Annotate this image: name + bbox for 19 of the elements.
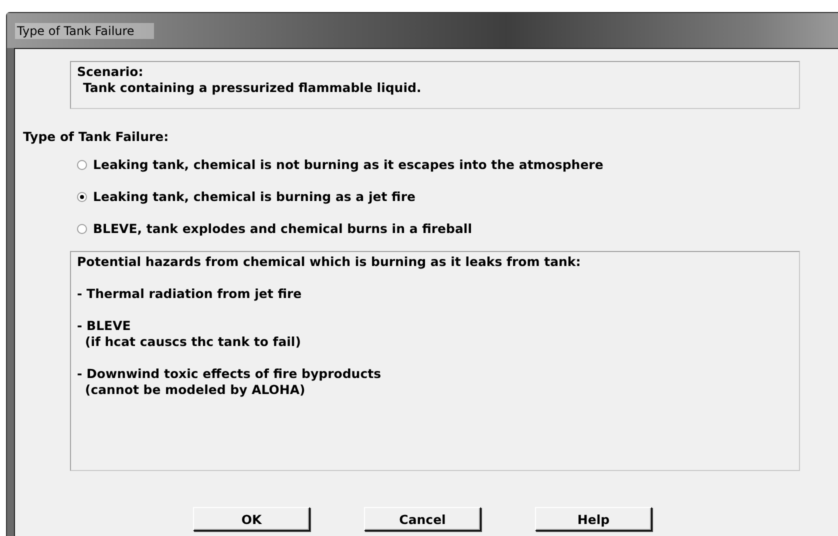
hazard-item: - BLEVE [77,318,132,334]
hazard-note: (cannot be modeled by ALOHA) [84,382,306,398]
window-title: Type of Tank Failure [15,22,154,38]
radio-label[interactable]: Leaking tank, chemical is not burning as it escapes into the atmosphere [93,157,604,173]
hazards-heading: Potential hazards from chemical which is burning as it leaks from tank: [77,254,582,270]
dialog-button[interactable]: OK [193,507,310,531]
hazard-item: - Downwind toxic effects of fire byproducts [77,366,382,382]
scenario-text: Tank containing a pressurized flammable liquid. [82,80,422,96]
scenario-heading: Scenario: [77,64,144,80]
radio-label[interactable]: BLEVE, tank explodes and chemical burns in a fireball [93,221,472,237]
dialog-button[interactable]: Cancel [364,507,481,531]
hazard-item: - Thermal radiation from jet fire [77,286,303,302]
radio-button[interactable] [77,224,87,234]
radio-label[interactable]: Leaking tank, chemical is burning as a jet fire [93,189,416,205]
radio-button[interactable] [77,192,87,202]
radio-button[interactable] [77,160,87,170]
group-label: Type of Tank Failure: [23,129,170,145]
dialog-button[interactable]: Help [535,507,652,531]
hazard-note: (if hcat causcs thc tank to fail) [84,334,302,350]
